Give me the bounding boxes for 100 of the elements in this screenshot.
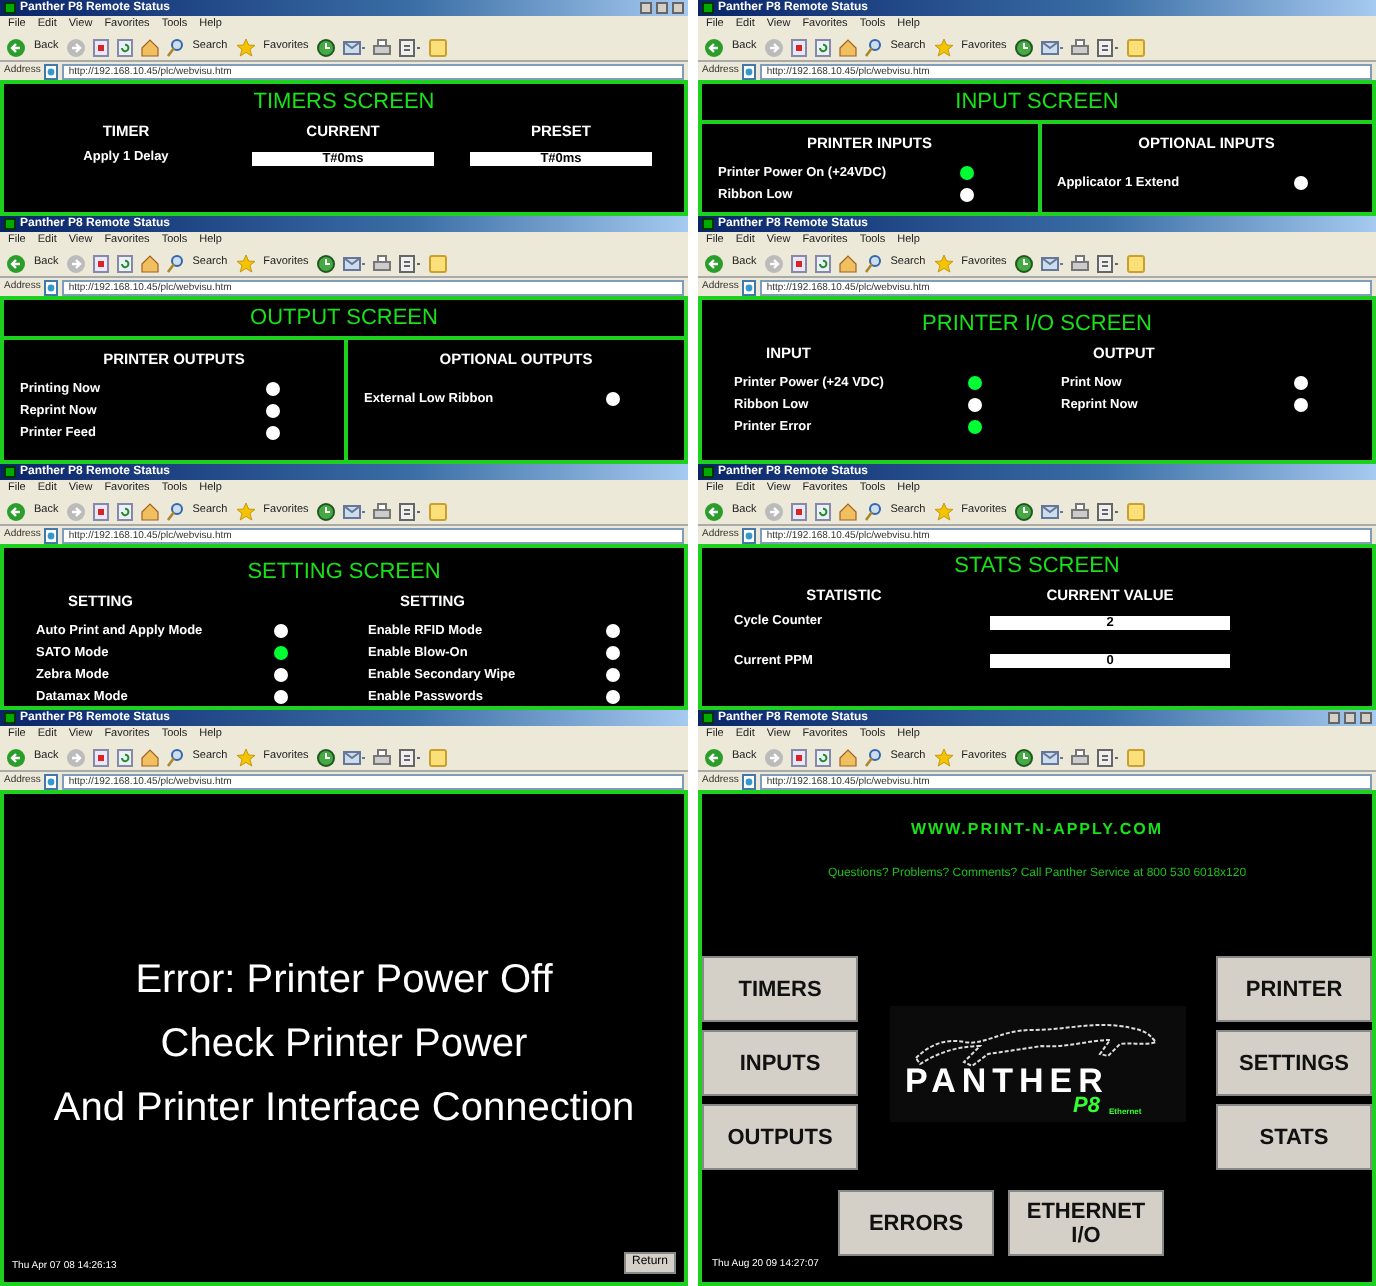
search-icon[interactable] xyxy=(166,747,185,767)
star-icon[interactable] xyxy=(235,37,256,57)
printer-icon[interactable] xyxy=(372,501,393,521)
refresh-icon[interactable] xyxy=(116,501,135,521)
stop-icon[interactable] xyxy=(790,747,809,767)
star-icon[interactable] xyxy=(933,37,954,57)
minimize-icon[interactable] xyxy=(1328,712,1340,724)
mail-icon[interactable] xyxy=(342,501,367,521)
refresh-icon[interactable] xyxy=(116,253,135,273)
star-icon[interactable] xyxy=(235,501,256,521)
printer-icon[interactable] xyxy=(1070,253,1091,273)
refresh-icon[interactable] xyxy=(814,747,833,767)
history-icon[interactable] xyxy=(316,501,337,521)
search-icon[interactable] xyxy=(166,37,185,57)
history-icon[interactable] xyxy=(316,253,337,273)
folder-icon[interactable] xyxy=(428,253,449,273)
mail-icon[interactable] xyxy=(1040,501,1065,521)
back-arrow-icon[interactable] xyxy=(6,253,26,273)
stop-icon[interactable] xyxy=(92,747,111,767)
nav-button[interactable]: INPUTS xyxy=(702,1030,858,1096)
folder-icon[interactable] xyxy=(1126,37,1147,57)
search-icon[interactable] xyxy=(864,253,883,273)
stop-icon[interactable] xyxy=(790,501,809,521)
mail-icon[interactable] xyxy=(342,37,367,57)
edit-icon[interactable] xyxy=(1096,253,1121,273)
back-arrow-icon[interactable] xyxy=(704,253,724,273)
maximize-icon[interactable] xyxy=(1344,712,1356,724)
back-arrow-icon[interactable] xyxy=(704,747,724,767)
printer-icon[interactable] xyxy=(1070,501,1091,521)
stop-icon[interactable] xyxy=(92,501,111,521)
back-arrow-icon[interactable] xyxy=(704,37,724,57)
nav-button[interactable]: TIMERS xyxy=(702,956,858,1022)
star-icon[interactable] xyxy=(933,253,954,273)
refresh-icon[interactable] xyxy=(814,37,833,57)
history-icon[interactable] xyxy=(1014,253,1035,273)
stop-icon[interactable] xyxy=(790,37,809,57)
page-icon xyxy=(44,773,59,789)
back-arrow-icon[interactable] xyxy=(6,747,26,767)
back-arrow-icon[interactable] xyxy=(6,501,26,521)
star-icon[interactable] xyxy=(235,253,256,273)
history-icon[interactable] xyxy=(1014,501,1035,521)
printer-icon[interactable] xyxy=(372,37,393,57)
nav-button[interactable]: ETHERNET I/O xyxy=(1008,1190,1164,1256)
app-icon xyxy=(702,2,714,14)
folder-icon[interactable] xyxy=(428,501,449,521)
mail-icon[interactable] xyxy=(1040,747,1065,767)
edit-icon[interactable] xyxy=(1096,37,1121,57)
edit-icon[interactable] xyxy=(1096,747,1121,767)
nav-button[interactable]: ERRORS xyxy=(838,1190,994,1256)
folder-icon[interactable] xyxy=(1126,253,1147,273)
history-icon[interactable] xyxy=(1014,37,1035,57)
mail-icon[interactable] xyxy=(342,253,367,273)
star-icon[interactable] xyxy=(933,501,954,521)
search-icon[interactable] xyxy=(864,501,883,521)
refresh-icon[interactable] xyxy=(814,501,833,521)
folder-icon[interactable] xyxy=(428,37,449,57)
search-icon[interactable] xyxy=(864,747,883,767)
close-icon[interactable] xyxy=(672,2,684,14)
back-arrow-icon[interactable] xyxy=(704,501,724,521)
star-icon[interactable] xyxy=(933,747,954,767)
nav-button[interactable]: SETTINGS xyxy=(1216,1030,1372,1096)
folder-icon[interactable] xyxy=(1126,747,1147,767)
search-icon[interactable] xyxy=(166,253,185,273)
printer-icon[interactable] xyxy=(372,253,393,273)
edit-icon[interactable] xyxy=(398,253,423,273)
mail-icon[interactable] xyxy=(342,747,367,767)
refresh-icon[interactable] xyxy=(814,253,833,273)
mail-icon[interactable] xyxy=(1040,37,1065,57)
close-icon[interactable] xyxy=(1360,712,1372,724)
maximize-icon[interactable] xyxy=(656,2,668,14)
nav-button[interactable]: STATS xyxy=(1216,1104,1372,1170)
edit-icon[interactable] xyxy=(1096,501,1121,521)
search-icon[interactable] xyxy=(166,501,185,521)
edit-icon[interactable] xyxy=(398,747,423,767)
screen-title: SETTING SCREEN xyxy=(245,558,443,588)
website-link[interactable]: WWW.PRINT-N-APPLY.COM xyxy=(702,794,1372,842)
search-icon[interactable] xyxy=(864,37,883,57)
refresh-icon[interactable] xyxy=(116,37,135,57)
back-arrow-icon[interactable] xyxy=(6,37,26,57)
minimize-icon[interactable] xyxy=(640,2,652,14)
star-icon[interactable] xyxy=(235,747,256,767)
stop-icon[interactable] xyxy=(92,37,111,57)
history-icon[interactable] xyxy=(316,747,337,767)
printer-icon[interactable] xyxy=(372,747,393,767)
edit-icon[interactable] xyxy=(398,37,423,57)
stop-icon[interactable] xyxy=(790,253,809,273)
page-icon xyxy=(742,63,757,79)
nav-button[interactable]: PRINTER xyxy=(1216,956,1372,1022)
mail-icon[interactable] xyxy=(1040,253,1065,273)
folder-icon[interactable] xyxy=(428,747,449,767)
printer-icon[interactable] xyxy=(1070,37,1091,57)
history-icon[interactable] xyxy=(316,37,337,57)
folder-icon[interactable] xyxy=(1126,501,1147,521)
refresh-icon[interactable] xyxy=(116,747,135,767)
nav-button[interactable]: OUTPUTS xyxy=(702,1104,858,1170)
page-icon xyxy=(742,527,757,543)
stop-icon[interactable] xyxy=(92,253,111,273)
edit-icon[interactable] xyxy=(398,501,423,521)
history-icon[interactable] xyxy=(1014,747,1035,767)
printer-icon[interactable] xyxy=(1070,747,1091,767)
